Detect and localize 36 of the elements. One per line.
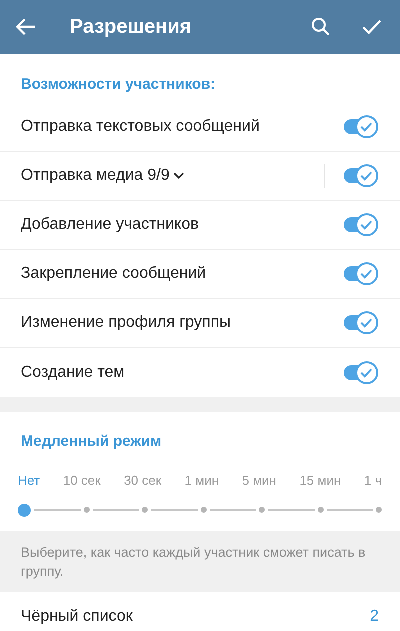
slider-stop[interactable]: [318, 507, 324, 513]
toggle-switch[interactable]: [343, 164, 379, 188]
slider-thumb[interactable]: [18, 504, 31, 516]
toggle-switch[interactable]: [343, 311, 379, 335]
row-label: Отправка медиа 9/9: [21, 166, 170, 186]
row-label: Создание тем: [21, 362, 125, 382]
row-label: Чёрный список: [21, 606, 134, 626]
row-label: Закрепление сообщений: [21, 264, 206, 284]
permission-row[interactable]: Создание тем: [0, 348, 400, 397]
permission-row[interactable]: Отправка текстовых сообщений: [0, 103, 400, 152]
back-icon[interactable]: [16, 18, 36, 36]
screen-title: Разрешения: [70, 15, 192, 40]
toggle-switch[interactable]: [343, 262, 379, 286]
row-label: Отправка текстовых сообщений: [21, 117, 260, 137]
blacklist-row[interactable]: Чёрный список 2: [0, 592, 400, 631]
slider-stop[interactable]: [142, 507, 148, 513]
check-icon[interactable]: [362, 19, 382, 35]
row-label: Изменение профиля группы: [21, 313, 231, 333]
toggle-switch[interactable]: [343, 213, 379, 237]
permission-row[interactable]: Отправка медиа 9/9: [0, 152, 400, 201]
slider-stop[interactable]: [376, 507, 382, 513]
hint-text: Выберите, как часто каждый участник сможет писать в группу.: [21, 544, 367, 580]
row-label: Добавление участников: [21, 215, 200, 235]
slider-stop[interactable]: [259, 507, 265, 513]
section-heading: Медленный режим: [21, 433, 162, 450]
permission-row[interactable]: Добавление участников: [0, 201, 400, 250]
chevron-icon[interactable]: [172, 172, 185, 180]
search-icon[interactable]: [311, 17, 331, 37]
count-text: 2: [370, 606, 379, 626]
slider-stop[interactable]: [84, 507, 90, 513]
toggle-switch[interactable]: [343, 115, 379, 139]
toggle-switch[interactable]: [343, 360, 379, 384]
section-heading: Возможности участников:: [21, 76, 216, 93]
permission-row[interactable]: Изменение профиля группы: [0, 299, 400, 348]
slider-stop[interactable]: [200, 507, 206, 513]
permission-row[interactable]: Закрепление сообщений: [0, 250, 400, 299]
